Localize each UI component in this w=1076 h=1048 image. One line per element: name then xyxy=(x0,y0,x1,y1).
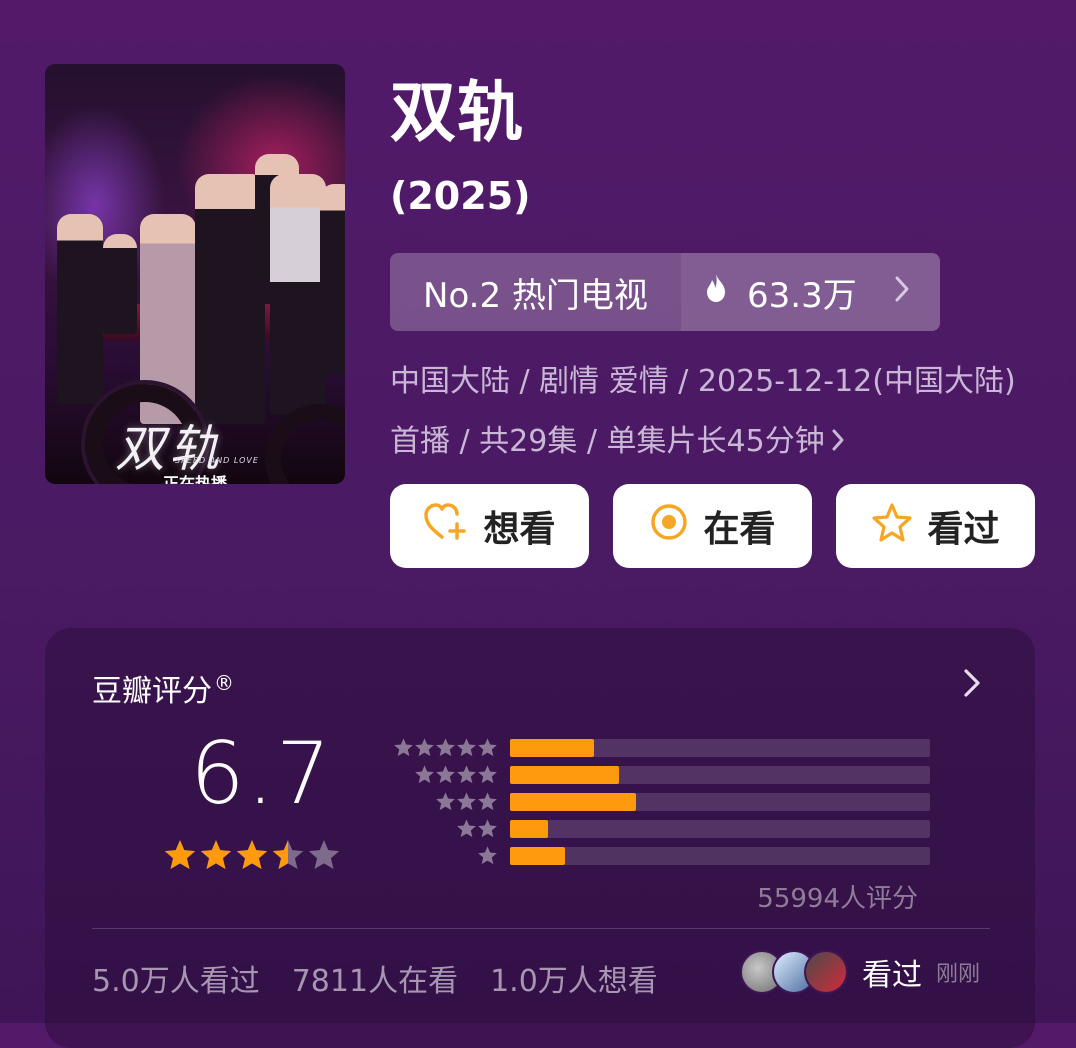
show-title: 双轨 xyxy=(390,74,524,151)
want-to-watch-label: 想看 xyxy=(483,509,556,550)
want-count: 1.0万人想看 xyxy=(490,964,658,999)
rating-score: 6.7 xyxy=(190,724,333,824)
rating-bar-fill xyxy=(510,846,565,865)
star-small-icon xyxy=(478,819,497,838)
chevron-right-icon xyxy=(831,413,845,473)
star-small-icon xyxy=(436,765,455,784)
show-year: (2025) xyxy=(390,174,531,218)
star-small-icon xyxy=(457,792,476,811)
watching-button[interactable]: 在看 xyxy=(613,484,812,568)
star-filled-icon xyxy=(236,840,268,870)
star-level-label xyxy=(378,818,498,839)
flame-icon xyxy=(703,272,729,312)
rating-bar-fill xyxy=(510,819,548,838)
rating-distribution-row xyxy=(378,788,930,815)
rating-bar-track xyxy=(510,738,930,757)
star-small-icon xyxy=(415,738,434,757)
star-small-icon xyxy=(478,792,497,811)
star-small-icon xyxy=(457,738,476,757)
star-small-icon xyxy=(415,765,434,784)
poster-figure xyxy=(103,234,137,334)
poster[interactable]: 双轨 SPEED AND LOVE 正在热播 xyxy=(45,64,345,484)
show-meta[interactable]: 中国大陆 / 剧情 爱情 / 2025-12-12(中国大陆)首播 / 共29集… xyxy=(390,352,1030,473)
avatar xyxy=(804,950,848,994)
rating-title: 豆瓣评分 ® xyxy=(92,666,234,710)
rating-count: 55994人评分 xyxy=(757,884,918,914)
rating-bar-fill xyxy=(510,765,620,784)
action-buttons: 想看 在看 看过 xyxy=(390,484,1035,568)
watched-button[interactable]: 看过 xyxy=(836,484,1035,568)
rating-distribution xyxy=(378,734,930,869)
recent-activity[interactable]: 看过 刚刚 xyxy=(740,950,980,994)
watching-count: 7811人在看 xyxy=(291,964,459,999)
want-to-watch-button[interactable]: 想看 xyxy=(390,484,589,568)
chevron-right-icon[interactable] xyxy=(963,668,981,702)
poster-figure xyxy=(57,214,103,404)
rating-distribution-row xyxy=(378,734,930,761)
star-level-label xyxy=(378,737,498,758)
star-empty-icon xyxy=(308,840,340,870)
poster-figure xyxy=(270,174,326,414)
star-outline-icon xyxy=(871,502,927,551)
star-small-icon xyxy=(436,738,455,757)
rating-bar-track xyxy=(510,792,930,811)
star-filled-icon xyxy=(164,840,196,870)
heat-value: 63.3万 xyxy=(747,275,857,316)
watching-label: 在看 xyxy=(703,509,776,550)
target-icon xyxy=(649,502,703,551)
star-small-icon xyxy=(478,846,497,865)
star-filled-icon xyxy=(272,840,304,870)
poster-figure xyxy=(320,184,345,374)
meta-text: 中国大陆 / 剧情 爱情 / 2025-12-12(中国大陆)首播 / 共29集… xyxy=(390,364,1016,459)
rating-distribution-row xyxy=(378,815,930,842)
chevron-right-icon xyxy=(894,272,910,312)
rating-stars xyxy=(163,838,341,872)
star-small-icon xyxy=(436,792,455,811)
recent-action: 看过 xyxy=(862,958,922,993)
heat-indicator: 63.3万 xyxy=(681,253,940,331)
watched-count: 5.0万人看过 xyxy=(92,964,260,999)
rating-bar-track xyxy=(510,846,930,865)
avatar-stack xyxy=(740,950,848,994)
heart-plus-icon xyxy=(423,502,483,551)
star-small-icon xyxy=(394,738,413,757)
rating-bar-track xyxy=(510,765,930,784)
rating-bar-fill xyxy=(510,792,636,811)
rank-label: No.2 热门电视 xyxy=(390,253,681,331)
rank-chip[interactable]: No.2 热门电视 63.3万 xyxy=(390,253,940,331)
watch-stats: 5.0万人看过 7811人在看 1.0万人想看 xyxy=(92,956,658,1000)
recent-time: 刚刚 xyxy=(936,962,981,987)
rating-title-text: 豆瓣评分 xyxy=(92,674,212,709)
rating-bar-track xyxy=(510,819,930,838)
star-filled-icon xyxy=(200,840,232,870)
star-small-icon xyxy=(478,738,497,757)
star-small-icon xyxy=(457,765,476,784)
star-level-label xyxy=(378,791,498,812)
star-small-icon xyxy=(457,819,476,838)
divider xyxy=(92,928,990,929)
star-small-icon xyxy=(478,765,497,784)
rating-distribution-row xyxy=(378,842,930,869)
star-level-label xyxy=(378,764,498,785)
star-level-label xyxy=(378,845,498,866)
poster-status: 正在热播 xyxy=(162,474,227,484)
registered-mark: ® xyxy=(214,671,234,695)
rating-card[interactable]: 豆瓣评分 ® 6.7 55994人评分 5.0万人看过 7811人在看 1.0万人… xyxy=(45,628,1035,1048)
rating-bar-fill xyxy=(510,738,594,757)
watched-label: 看过 xyxy=(927,509,1000,550)
rating-distribution-row xyxy=(378,761,930,788)
